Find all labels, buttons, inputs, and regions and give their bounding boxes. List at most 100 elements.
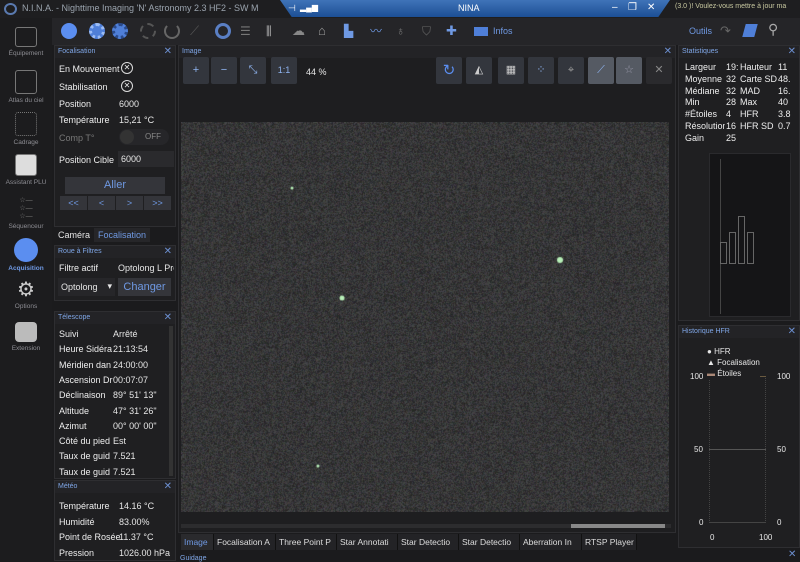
infos-icon[interactable] (474, 27, 488, 36)
step-big-right-button[interactable]: >> (144, 196, 171, 210)
panel-title: Focalisation (58, 48, 95, 55)
gridline-50 (709, 449, 766, 450)
telescope-value: 24:00:00 (113, 360, 148, 370)
x-circle-icon: ✕ (121, 62, 133, 74)
telescope-icon[interactable]: ⟋ (190, 23, 206, 39)
nav-plate-solve[interactable]: Assistant PLU (0, 154, 52, 186)
step-big-left-button[interactable]: << (60, 196, 87, 210)
focuser-icon[interactable] (112, 23, 128, 39)
nav-equipement[interactable]: Équipement (0, 27, 52, 57)
nav-extension[interactable]: Extension (0, 322, 52, 352)
temp-value: 15,21 °C (119, 115, 154, 125)
bulb-icon[interactable]: ♁ (396, 23, 412, 39)
scrollbar[interactable] (169, 326, 173, 476)
minimize-button[interactable]: – (612, 2, 618, 13)
close-icon[interactable]: ✕ (788, 46, 796, 57)
nina-logo-icon (4, 3, 17, 15)
go-button[interactable]: Aller (65, 177, 165, 194)
close-button[interactable]: ✕ (647, 2, 655, 13)
close-icon[interactable]: ✕ (164, 312, 172, 323)
flip-image-button[interactable]: ◭ (466, 57, 492, 84)
legend-focus: Focalisation (717, 358, 760, 367)
horizontal-scrollbar[interactable] (181, 524, 671, 528)
target-position-input[interactable]: 6000 (118, 151, 174, 167)
close-icon[interactable]: ✕ (788, 549, 796, 560)
infos-button[interactable]: Infos (493, 26, 513, 36)
tab-camera[interactable]: Caméra (56, 229, 92, 241)
nav-sequencer[interactable]: ☆— ☆— ☆— Séquenceur (0, 196, 52, 230)
update-notification[interactable]: (3.0 )! Voulez-vous mettre à jour ma (675, 3, 786, 10)
weather-icon[interactable]: ☁ (292, 23, 308, 39)
grid-icon: ▦ (506, 64, 516, 76)
bahtinov-button[interactable]: ✕ (646, 57, 672, 84)
grid-button[interactable]: ▦ (498, 57, 524, 84)
safety-icon[interactable]: ⛉ (422, 23, 438, 39)
trend-icon[interactable]: 〰 (370, 23, 386, 39)
zoom-in-button[interactable]: + (183, 57, 209, 84)
bottom-tab[interactable]: Star Detectio (398, 534, 459, 550)
star-annotate-button[interactable]: ☆ (616, 57, 642, 84)
close-icon[interactable]: ✕ (164, 246, 172, 257)
y-tick-left: 100 (690, 372, 703, 381)
restore-button[interactable]: ❐ (628, 2, 637, 13)
flip-icon[interactable]: ↷ (720, 23, 731, 39)
stat-label: Min (685, 97, 725, 107)
close-icon[interactable]: ✕ (164, 481, 172, 492)
bottom-tab[interactable]: Image (181, 534, 214, 550)
histogram (709, 153, 791, 317)
stars-box-icon: ⁘ (536, 64, 545, 76)
star-detection-button[interactable]: ⁘ (528, 57, 554, 84)
close-icon[interactable]: ✕ (664, 46, 672, 57)
temp-label: Température (59, 115, 110, 125)
pin-icon[interactable]: ⊣ (288, 3, 296, 14)
bottom-tab[interactable]: Three Point P (276, 534, 337, 550)
tab-focuser[interactable]: Focalisation (94, 228, 150, 242)
filter-wheel-icon[interactable] (89, 23, 105, 39)
stat-label: Carte SD (740, 74, 777, 84)
stat-label: #Étoiles (685, 109, 725, 119)
chart-icon[interactable]: ▙ (344, 23, 360, 39)
rotator-icon[interactable] (140, 23, 156, 39)
telescope-value: 47° 31' 26" (113, 406, 157, 416)
bottom-tab[interactable]: Star Detectio (459, 534, 520, 550)
bottom-tab[interactable]: Aberration In (520, 534, 582, 550)
close-icon[interactable]: ✕ (788, 326, 796, 337)
change-filter-button[interactable]: Changer (118, 278, 171, 296)
fit-button[interactable]: ⤡ (240, 57, 266, 84)
rotate-icon[interactable] (164, 23, 180, 39)
bottom-tab[interactable]: Star Annotati (337, 534, 398, 550)
flat-panel-icon[interactable] (742, 24, 757, 37)
filter-wheel-panel: Roue à Filtres ✕ Filtre actif Optolong L … (54, 245, 176, 301)
telescope-value: 89° 51' 13" (113, 390, 157, 400)
one-to-one-button[interactable]: 1:1 (271, 57, 297, 84)
nav-options[interactable]: ⚙ Options (0, 280, 52, 310)
step-left-button[interactable]: < (88, 196, 115, 210)
bottom-tab[interactable]: Focalisation A (214, 534, 276, 550)
dome-icon[interactable]: ⌂ (318, 23, 334, 39)
framing-icon (15, 112, 37, 136)
active-filter-label: Filtre actif (59, 263, 98, 273)
nav-acquisition[interactable]: Acquisition (0, 238, 52, 272)
nav-atlas[interactable]: Atlas du ciel (0, 70, 52, 104)
switch-list-icon[interactable]: ☰ (240, 23, 256, 39)
sliders-icon[interactable]: ⫼ (266, 23, 282, 39)
auto-stretch-button[interactable]: ⟋ (588, 57, 614, 84)
crosshair-button[interactable]: ⌖ (558, 57, 584, 84)
nav-cadrage[interactable]: Cadrage (0, 112, 52, 146)
plugin-icon[interactable]: ✚ (446, 23, 462, 39)
stat-label: MAD (740, 86, 760, 96)
search-icon[interactable]: ⚲ (768, 21, 778, 38)
bottom-tab[interactable]: RTSP Player (582, 534, 637, 550)
telescope-value: 21:13:54 (113, 344, 148, 354)
rotate-image-button[interactable]: ↻ (436, 57, 462, 84)
temp-comp-toggle[interactable]: OFF (119, 129, 169, 145)
outils-button[interactable]: Outils (689, 26, 712, 36)
camera-icon[interactable] (61, 23, 77, 39)
captured-image[interactable] (181, 122, 669, 512)
close-icon[interactable]: ✕ (164, 46, 172, 57)
step-right-button[interactable]: > (116, 196, 143, 210)
guider-icon[interactable] (215, 23, 231, 39)
filter-select[interactable]: Optolong ▾ (58, 278, 115, 296)
weather-label: Point de Rosée (59, 532, 121, 542)
zoom-out-button[interactable]: − (211, 57, 237, 84)
